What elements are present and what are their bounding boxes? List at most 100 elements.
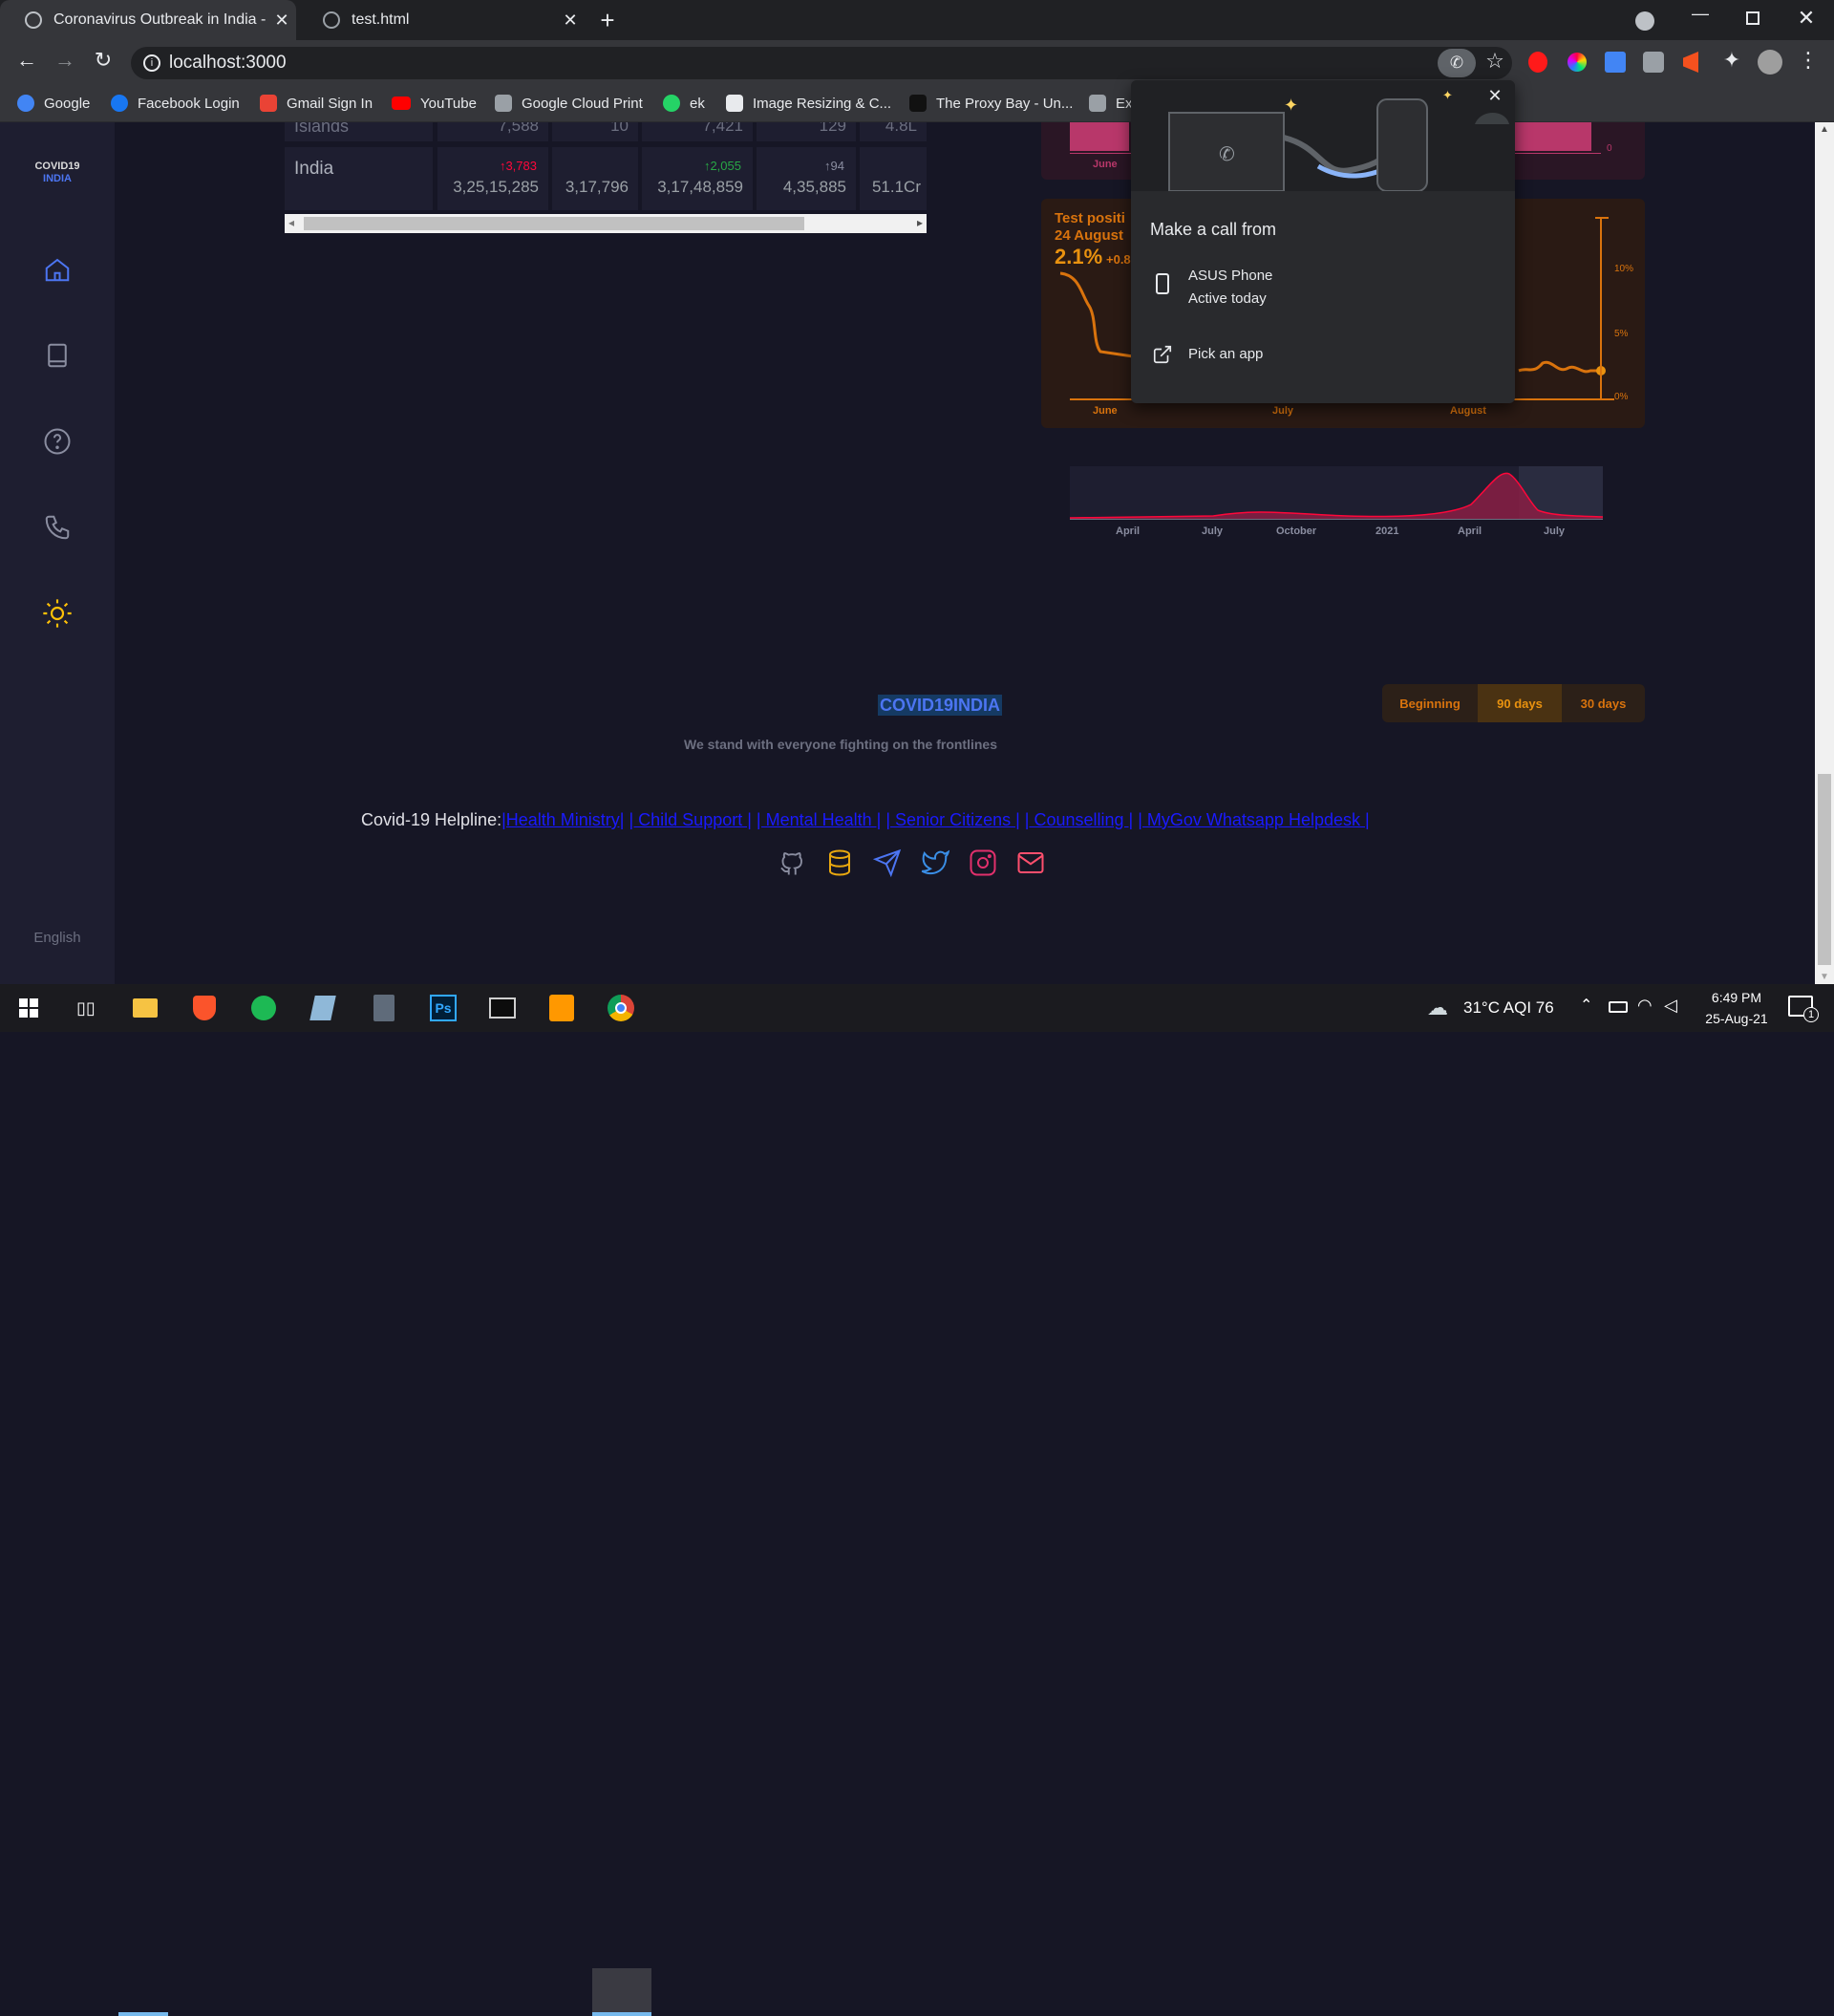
star-icon[interactable]: ☆: [1481, 49, 1509, 77]
tab-search-icon[interactable]: [1635, 11, 1654, 31]
sublime-text-icon[interactable]: [546, 994, 577, 1022]
forward-icon[interactable]: →: [50, 48, 80, 73]
helpline-row: Covid-19 Helpline:|Health Ministry| | Ch…: [361, 810, 1603, 830]
close-window-icon[interactable]: ✕: [1790, 6, 1823, 31]
bookmark-ek[interactable]: ek: [663, 92, 705, 115]
puzzle-icon[interactable]: ✦: [1719, 48, 1744, 73]
table-row[interactable]: India ↑3,783 3,25,15,285 3,17,796 ↑2,055…: [285, 147, 927, 210]
call-illustration-svg: ✦ ✦ ✆: [1168, 89, 1509, 191]
wifi-icon[interactable]: ◠: [1637, 996, 1653, 1016]
range-beginning-button[interactable]: Beginning: [1382, 684, 1478, 722]
helpline-link-counselling[interactable]: | Counselling |: [1025, 810, 1133, 829]
home-icon[interactable]: [38, 250, 76, 289]
photoshop-icon[interactable]: Ps: [428, 994, 458, 1022]
task-view-icon[interactable]: ▯▯: [71, 994, 101, 1022]
bookmark-youtube[interactable]: YouTube: [392, 92, 477, 115]
reader-extension-icon[interactable]: [1643, 52, 1664, 73]
phone-icon[interactable]: ✆: [1438, 49, 1476, 77]
chrome-icon[interactable]: [606, 994, 636, 1022]
clock-date[interactable]: 25-Aug-21: [1693, 1011, 1781, 1026]
brush-ticks: April July October 2021 April July: [1070, 525, 1603, 545]
close-popup-icon[interactable]: ✕: [1482, 86, 1507, 111]
github-icon[interactable]: [778, 848, 806, 877]
sun-icon[interactable]: [38, 594, 76, 633]
reload-icon[interactable]: ↻: [88, 48, 118, 73]
windows-start-icon[interactable]: [13, 994, 44, 1022]
scroll-left-icon[interactable]: ◂: [288, 216, 294, 229]
color-picker-extension-icon[interactable]: [1567, 53, 1587, 72]
table-cell-deceased: ↑94 4,35,885: [757, 147, 856, 210]
language-selector[interactable]: English: [0, 930, 115, 946]
helpline-link-mygov-whatsapp[interactable]: | MyGov Whatsapp Helpdesk |: [1138, 810, 1369, 829]
battery-icon[interactable]: [1609, 1001, 1628, 1013]
bookmarks-bar: Google Facebook Login Gmail Sign In YouT…: [0, 84, 1834, 122]
database-icon[interactable]: [825, 848, 854, 877]
table-row-label[interactable]: India: [285, 147, 433, 210]
clock-time[interactable]: 6:49 PM: [1693, 990, 1781, 1005]
terminal-icon[interactable]: [487, 994, 518, 1022]
avatar[interactable]: [1758, 50, 1782, 75]
tab-title: Coronavirus Outbreak in India - c: [53, 11, 267, 28]
weather-text[interactable]: 31°C AQI 76: [1463, 998, 1554, 1018]
url-text[interactable]: localhost:3000: [169, 53, 287, 74]
tab-coronavirus[interactable]: Coronavirus Outbreak in India - c ✕: [0, 0, 296, 40]
info-icon[interactable]: i: [143, 54, 160, 72]
tab-test-html[interactable]: test.html ✕: [298, 0, 585, 40]
bookmark-label: Image Resizing & C...: [753, 95, 892, 112]
notes-app-icon[interactable]: [308, 994, 338, 1022]
helpline-link-mental-health[interactable]: | Mental Health |: [757, 810, 881, 829]
pick-app-option[interactable]: Pick an app: [1131, 338, 1515, 373]
helpline-link-child-support[interactable]: | Child Support |: [629, 810, 751, 829]
phone-icon[interactable]: [38, 508, 76, 547]
instagram-icon[interactable]: [969, 848, 997, 877]
table-scrollbar[interactable]: ◂ ▸: [285, 214, 927, 233]
helpline-link-senior-citizens[interactable]: | Senior Citizens |: [885, 810, 1019, 829]
helpline-link-health-ministry[interactable]: |Health Ministry|: [501, 810, 624, 829]
bookmark-facebook[interactable]: Facebook Login: [111, 92, 240, 115]
scroll-right-icon[interactable]: ▸: [917, 216, 923, 229]
help-icon[interactable]: [38, 422, 76, 461]
translate-extension-icon[interactable]: [1605, 52, 1626, 73]
page-scrollbar[interactable]: ▲ ▼: [1815, 122, 1834, 984]
extension-icon[interactable]: [1528, 52, 1547, 73]
address-bar[interactable]: i localhost:3000 ✆ ☆: [131, 47, 1512, 79]
spotify-icon[interactable]: [248, 994, 279, 1022]
calculator-shape: [373, 995, 395, 1021]
document-icon: [726, 95, 743, 112]
table-prev-row: Islands 7,588 10 7,421 129 4.8L: [285, 122, 927, 141]
scrollbar-thumb[interactable]: [1818, 774, 1831, 965]
scroll-up-icon[interactable]: ▲: [1820, 124, 1829, 135]
weather-icon[interactable]: ☁: [1427, 996, 1448, 1020]
brand-logo[interactable]: COVID19 INDIA: [0, 161, 115, 185]
book-icon[interactable]: [38, 336, 76, 375]
range-90-days-button[interactable]: 90 days: [1478, 684, 1562, 722]
twitter-icon[interactable]: [921, 848, 949, 877]
close-icon[interactable]: ✕: [556, 11, 585, 31]
restore-icon[interactable]: [1746, 11, 1759, 25]
scroll-down-icon[interactable]: ▼: [1820, 972, 1829, 982]
volume-icon[interactable]: ◁: [1664, 996, 1677, 1016]
footer-tagline: We stand with everyone fighting on the f…: [684, 737, 997, 752]
device-option-asus[interactable]: ASUS Phone Active today: [1131, 264, 1515, 315]
brush-chart[interactable]: [1070, 466, 1603, 520]
scrollbar-thumb[interactable]: [304, 217, 804, 230]
telegram-icon[interactable]: [873, 848, 902, 877]
bookmark-cloud-print[interactable]: Google Cloud Print: [495, 92, 643, 115]
brave-icon[interactable]: [189, 994, 220, 1022]
menu-icon[interactable]: ⋮: [1796, 48, 1821, 73]
bookmark-ex[interactable]: Ex: [1089, 92, 1133, 115]
mail-icon[interactable]: [1016, 848, 1045, 877]
back-icon[interactable]: ←: [11, 48, 42, 73]
range-30-days-button[interactable]: 30 days: [1562, 684, 1645, 722]
bookmark-proxy-bay[interactable]: The Proxy Bay - Un...: [909, 92, 1073, 115]
file-explorer-icon[interactable]: [130, 994, 160, 1022]
close-icon[interactable]: ✕: [267, 11, 296, 31]
new-tab-button[interactable]: +: [592, 6, 623, 34]
bookmark-google[interactable]: Google: [17, 92, 90, 115]
bookmark-image-resizing[interactable]: Image Resizing & C...: [726, 92, 891, 115]
bookmark-gmail[interactable]: Gmail Sign In: [260, 92, 373, 115]
chevron-up-icon[interactable]: ⌃: [1580, 996, 1592, 1015]
calculator-icon[interactable]: [369, 994, 399, 1022]
footer-brand[interactable]: COVID19INDIA: [877, 695, 1003, 716]
minimize-icon[interactable]: —: [1681, 4, 1719, 24]
